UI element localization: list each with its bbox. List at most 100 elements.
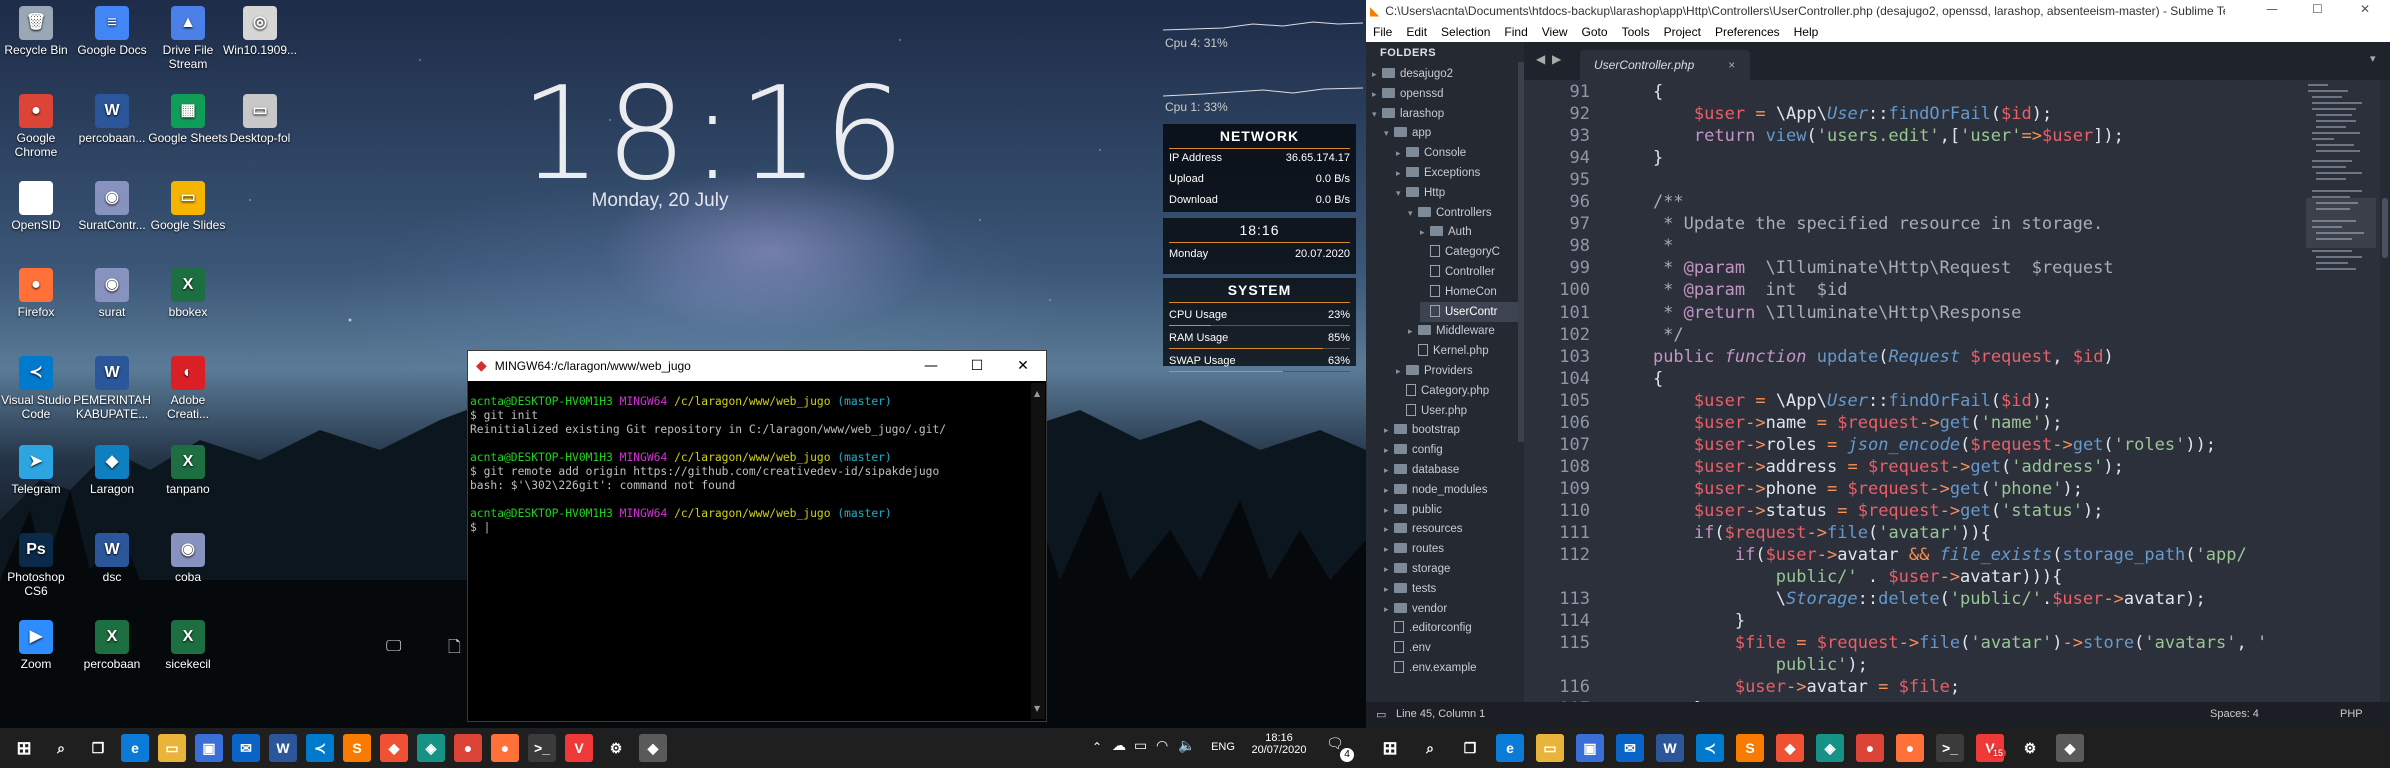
edge-icon[interactable]: e <box>1496 734 1524 762</box>
vivaldi-icon[interactable]: V <box>565 734 593 762</box>
desktop-icon-php-file[interactable]: ◉ SuratContr... <box>72 181 152 232</box>
git-icon[interactable]: ◆ <box>380 734 408 762</box>
menu-preferences[interactable]: Preferences <box>1708 25 1787 39</box>
tree-file[interactable]: HomeCon <box>1420 282 1518 302</box>
menu-help[interactable]: Help <box>1787 25 1826 39</box>
word-icon[interactable]: W <box>269 734 297 762</box>
close-button[interactable]: ✕ <box>2360 2 2370 16</box>
desktop-icon-telegram[interactable]: ➤ Telegram <box>0 445 76 496</box>
syntax-status[interactable]: PHP <box>2340 708 2363 720</box>
desktop-icon-disc-image[interactable]: ◎ Win10.1909... <box>220 6 300 57</box>
editor-scrollbar[interactable] <box>2380 80 2390 702</box>
tree-file[interactable]: User.php <box>1396 401 1518 421</box>
task-view-icon[interactable]: ❐ <box>84 734 112 762</box>
maximize-button[interactable]: ☐ <box>954 351 1000 381</box>
wifi-icon[interactable]: ◠ <box>1156 738 1168 754</box>
desktop-icon-file[interactable]: OpenSID <box>0 181 76 232</box>
tray-chevron-icon[interactable]: ⌃ <box>1092 740 1102 754</box>
desktop-icon-google-docs[interactable]: ≡ Google Docs <box>72 6 152 57</box>
desktop-icon-vscode[interactable]: ≺ Visual Studio Code <box>0 356 76 421</box>
edge-icon[interactable]: e <box>121 734 149 762</box>
tree-folder[interactable]: ▸ tests <box>1384 579 1518 599</box>
minimize-button[interactable]: — <box>2266 2 2278 16</box>
tab-close-icon[interactable]: × <box>1728 58 1735 72</box>
sublime-titlebar[interactable]: ◣ C:\Users\acnta\Documents\htdocs-backup… <box>1366 0 2390 22</box>
desktop-icon-excel-file[interactable]: Xpercobaan <box>72 620 152 671</box>
windows-start-icon[interactable]: ⊞ <box>10 734 38 762</box>
minimize-button[interactable]: — <box>908 351 954 381</box>
terminal-output[interactable]: acnta@DESKTOP-HV0M1H3 MINGW64 /c/laragon… <box>470 395 1030 715</box>
monitor-icon[interactable]: 🖵 <box>386 636 410 656</box>
tree-file[interactable]: UserContr <box>1420 301 1518 322</box>
tree-folder[interactable]: ▸ Providers <box>1396 361 1518 381</box>
panel-toggle-icon[interactable]: ▭ <box>1376 708 1386 721</box>
menu-edit[interactable]: Edit <box>1399 25 1434 39</box>
maximize-button[interactable]: ☐ <box>2312 2 2323 16</box>
tree-folder[interactable]: ▸ desajugo2 <box>1372 64 1518 84</box>
onedrive-icon[interactable]: ☁ <box>1112 738 1126 754</box>
desktop-icon-adobe-cc[interactable]: ◐ Adobe Creati... <box>148 356 228 421</box>
search-icon[interactable]: ⌕ <box>1416 734 1444 762</box>
desktop-icon-word-document[interactable]: Wdsc <box>72 533 152 584</box>
windows-start-icon[interactable]: ⊞ <box>1376 734 1404 762</box>
menu-goto[interactable]: Goto <box>1575 25 1615 39</box>
code-editor[interactable]: { $user = \App\User::findOrFail($id); re… <box>1602 80 2267 719</box>
firefox-icon[interactable]: ● <box>1896 734 1924 762</box>
file-explorer-icon[interactable]: ▭ <box>1536 734 1564 762</box>
menu-file[interactable]: File <box>1366 25 1399 39</box>
menu-tools[interactable]: Tools <box>1615 25 1657 39</box>
git-bash-icon[interactable]: ◆ <box>2056 734 2084 762</box>
tab-list-icon[interactable]: ▾ <box>2370 52 2376 65</box>
desktop-icon-excel-file[interactable]: Xsicekecil <box>148 620 228 671</box>
tree-folder[interactable]: ▸ vendor <box>1384 599 1518 619</box>
git-bash-icon[interactable]: ◆ <box>639 734 667 762</box>
settings-icon[interactable]: ⚙ <box>602 734 630 762</box>
tree-folder[interactable]: ▸ config <box>1384 440 1518 460</box>
tree-folder[interactable]: ▸ openssd <box>1372 84 1518 104</box>
desktop-icon-firefox[interactable]: ● Firefox <box>0 268 76 319</box>
git-bash-window[interactable]: ◆ MINGW64:/c/laragon/www/web_jugo — ☐ ✕ … <box>467 350 1047 722</box>
taskbar-clock[interactable]: 18:16 20/07/2020 <box>1244 732 1314 756</box>
tree-folder[interactable]: ▸ node_modules <box>1384 480 1518 500</box>
volume-icon[interactable]: 🔈 <box>1178 738 1195 754</box>
tree-folder[interactable]: ▸ Console <box>1396 143 1518 163</box>
tree-folder[interactable]: ▸ routes <box>1384 539 1518 559</box>
desktop-icon-word-document[interactable]: Wpercobaan... <box>72 94 152 145</box>
desktop-icon-photoshop[interactable]: Ps Photoshop CS6 <box>0 533 76 598</box>
tree-file[interactable]: Kernel.php <box>1408 341 1518 361</box>
desktop-icon-excel-file[interactable]: Xbbokex <box>148 268 228 319</box>
desktop-icon-folder-shortcut[interactable]: ▭ Desktop-fol <box>220 94 300 145</box>
desktop-icon-laragon[interactable]: ◆ Laragon <box>72 445 152 496</box>
tree-folder[interactable]: ▸ resources <box>1384 519 1518 539</box>
document-icon[interactable]: 🗋 <box>448 636 468 656</box>
task-view-icon[interactable]: ❐ <box>1456 734 1484 762</box>
mail-icon[interactable]: ✉ <box>232 734 260 762</box>
tree-file[interactable]: .env <box>1384 638 1518 658</box>
tree-file[interactable]: .env.example <box>1384 658 1518 678</box>
file-explorer-icon[interactable]: ▭ <box>158 734 186 762</box>
settings-icon[interactable]: ⚙ <box>2016 734 2044 762</box>
tree-folder[interactable]: ▸ Exceptions <box>1396 163 1518 183</box>
terminal-titlebar[interactable]: ◆ MINGW64:/c/laragon/www/web_jugo — ☐ ✕ <box>468 351 1046 381</box>
tree-folder[interactable]: ▾ Http <box>1396 183 1518 203</box>
gitkraken-icon[interactable]: ◈ <box>417 734 445 762</box>
mail-icon[interactable]: ✉ <box>1616 734 1644 762</box>
tree-folder[interactable]: ▸ storage <box>1384 559 1518 579</box>
tree-folder[interactable]: ▸ Auth <box>1420 222 1518 242</box>
sublime-icon[interactable]: S <box>343 734 371 762</box>
tree-folder[interactable]: ▸ Middleware <box>1408 321 1518 341</box>
menu-find[interactable]: Find <box>1497 25 1534 39</box>
tree-folder[interactable]: ▸ database <box>1384 460 1518 480</box>
desktop-icon-google-sheets[interactable]: ▦ Google Sheets <box>148 94 228 145</box>
close-button[interactable]: ✕ <box>1000 351 1046 381</box>
menu-project[interactable]: Project <box>1657 25 1708 39</box>
terminal-icon[interactable]: >_ <box>528 734 556 762</box>
tab-prev-icon[interactable]: ◀ <box>1536 52 1545 66</box>
desktop-icon-excel-file[interactable]: Xtanpano <box>148 445 228 496</box>
chrome-icon[interactable]: ● <box>1856 734 1884 762</box>
terminal-icon[interactable]: >_ <box>1936 734 1964 762</box>
menu-view[interactable]: View <box>1535 25 1575 39</box>
vscode-icon[interactable]: ≺ <box>306 734 334 762</box>
language-indicator[interactable]: ENG <box>1206 741 1240 753</box>
git-icon[interactable]: ◆ <box>1776 734 1804 762</box>
